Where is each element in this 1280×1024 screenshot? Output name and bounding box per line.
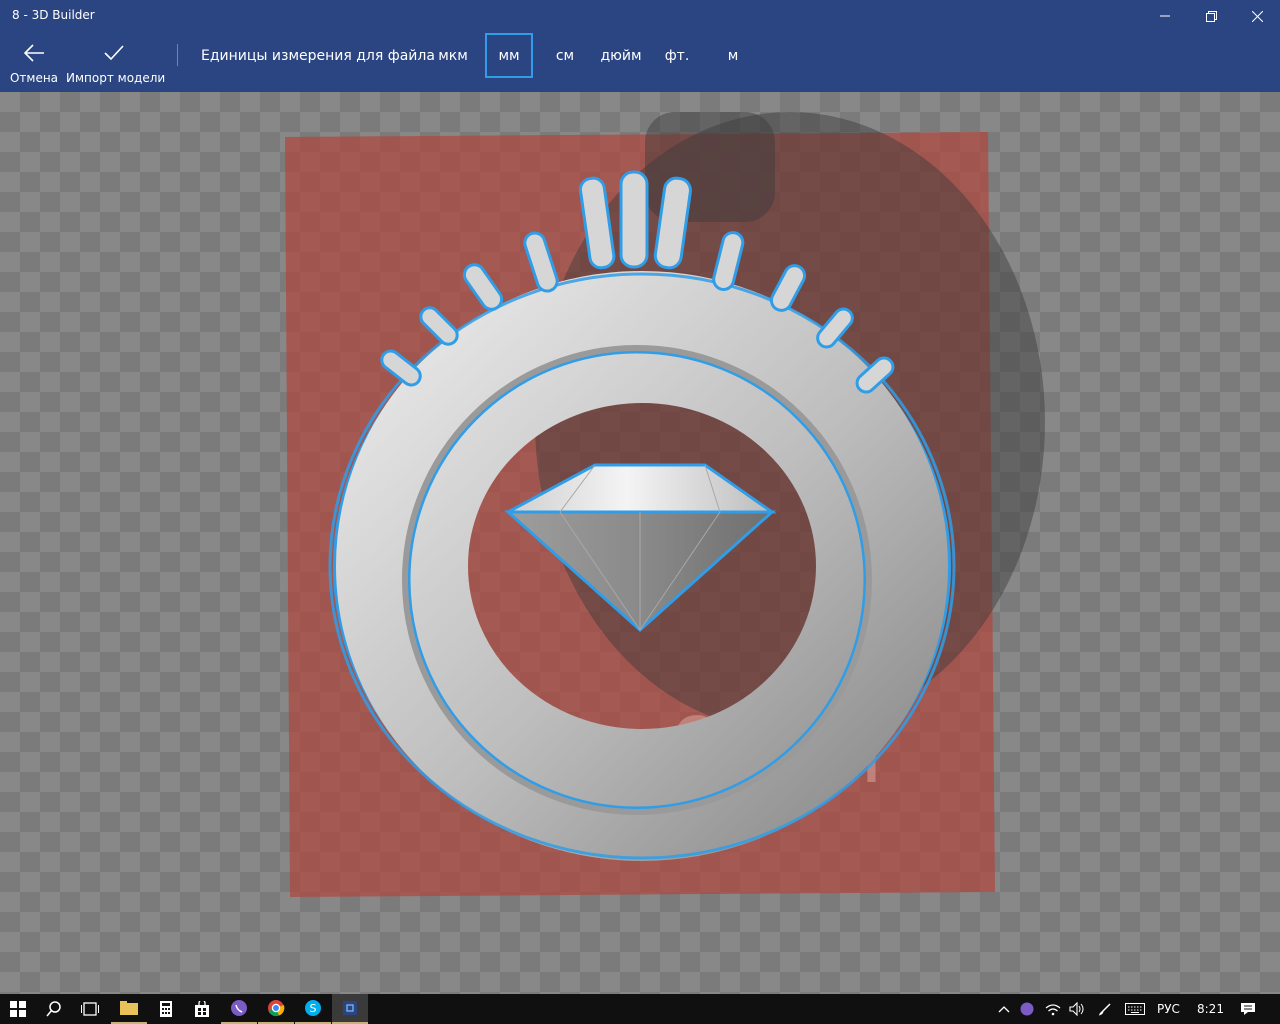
viber-icon	[231, 1000, 247, 1016]
tray-touch-keyboard[interactable]	[1122, 994, 1148, 1024]
title-bar: 8 - 3D Builder	[0, 0, 1280, 32]
speaker-icon	[1069, 1002, 1084, 1016]
import-label: Импорт модели	[66, 71, 166, 85]
skype-icon: S	[305, 1000, 321, 1016]
unit-option-inch[interactable]: дюйм	[596, 33, 646, 78]
checkmark-icon	[104, 45, 124, 61]
unit-option-ft[interactable]: фт.	[658, 33, 696, 78]
pen-icon	[1098, 1003, 1111, 1016]
taskbar-viber[interactable]	[221, 994, 257, 1024]
input-language[interactable]: РУС	[1157, 1002, 1180, 1016]
svg-text:S: S	[310, 1002, 317, 1015]
minimize-icon	[1160, 15, 1170, 17]
unit-option-mm-selected[interactable]: мм	[485, 33, 533, 78]
taskbar-calculator[interactable]	[148, 994, 184, 1024]
minimize-button[interactable]	[1142, 0, 1188, 32]
toolbar-separator	[177, 44, 178, 66]
window-title: 8 - 3D Builder	[12, 8, 95, 22]
unit-option-cm[interactable]: см	[546, 33, 584, 78]
restore-icon	[1205, 10, 1217, 22]
scene-canvas: 0 мм	[0, 92, 1280, 994]
taskbar-store[interactable]	[184, 994, 220, 1024]
units-label: Единицы измерения для файла	[201, 48, 435, 64]
start-button[interactable]	[0, 994, 36, 1024]
clock-time[interactable]: 8:21	[1197, 1002, 1224, 1016]
close-button[interactable]	[1234, 0, 1280, 32]
tray-pen[interactable]	[1094, 994, 1116, 1024]
tray-network[interactable]	[1042, 994, 1064, 1024]
close-icon	[1251, 10, 1263, 22]
wifi-icon	[1045, 1004, 1061, 1016]
task-view-icon	[81, 1002, 99, 1016]
taskbar: S РУС 8:21	[0, 994, 1280, 1024]
toolbar: Отмена Импорт модели Единицы измерения д…	[0, 32, 1280, 92]
viber-tray-icon	[1020, 1002, 1034, 1016]
restore-button[interactable]	[1188, 0, 1234, 32]
unit-option-m[interactable]: м	[716, 33, 750, 78]
store-icon	[195, 1001, 209, 1017]
cancel-label: Отмена	[9, 71, 59, 85]
show-hidden-icons-button[interactable]	[994, 994, 1014, 1024]
action-center-button[interactable]	[1234, 994, 1262, 1024]
chevron-up-icon	[998, 1006, 1010, 1013]
file-explorer-icon	[120, 1001, 138, 1015]
import-model-button[interactable]: Импорт модели	[66, 32, 166, 92]
back-arrow-icon	[23, 44, 44, 62]
3d-viewport[interactable]: 0 мм	[0, 92, 1280, 994]
taskbar-3d-builder[interactable]	[332, 994, 368, 1024]
cancel-button[interactable]: Отмена	[6, 32, 62, 92]
windows-logo-icon	[10, 1001, 26, 1017]
keyboard-icon	[1125, 1003, 1145, 1015]
taskbar-file-explorer[interactable]	[111, 994, 147, 1024]
chrome-icon	[268, 1000, 285, 1017]
3d-builder-icon	[343, 1001, 357, 1015]
tray-volume[interactable]	[1066, 994, 1088, 1024]
unit-option-mkm[interactable]: мкм	[433, 33, 473, 78]
task-view-button[interactable]	[72, 994, 108, 1024]
taskbar-skype[interactable]: S	[295, 994, 331, 1024]
taskbar-chrome[interactable]	[258, 994, 294, 1024]
tray-viber[interactable]	[1016, 994, 1038, 1024]
notifications-icon	[1241, 1003, 1255, 1015]
search-icon	[46, 1001, 61, 1017]
calculator-icon	[160, 1001, 172, 1017]
search-button[interactable]	[36, 994, 72, 1024]
